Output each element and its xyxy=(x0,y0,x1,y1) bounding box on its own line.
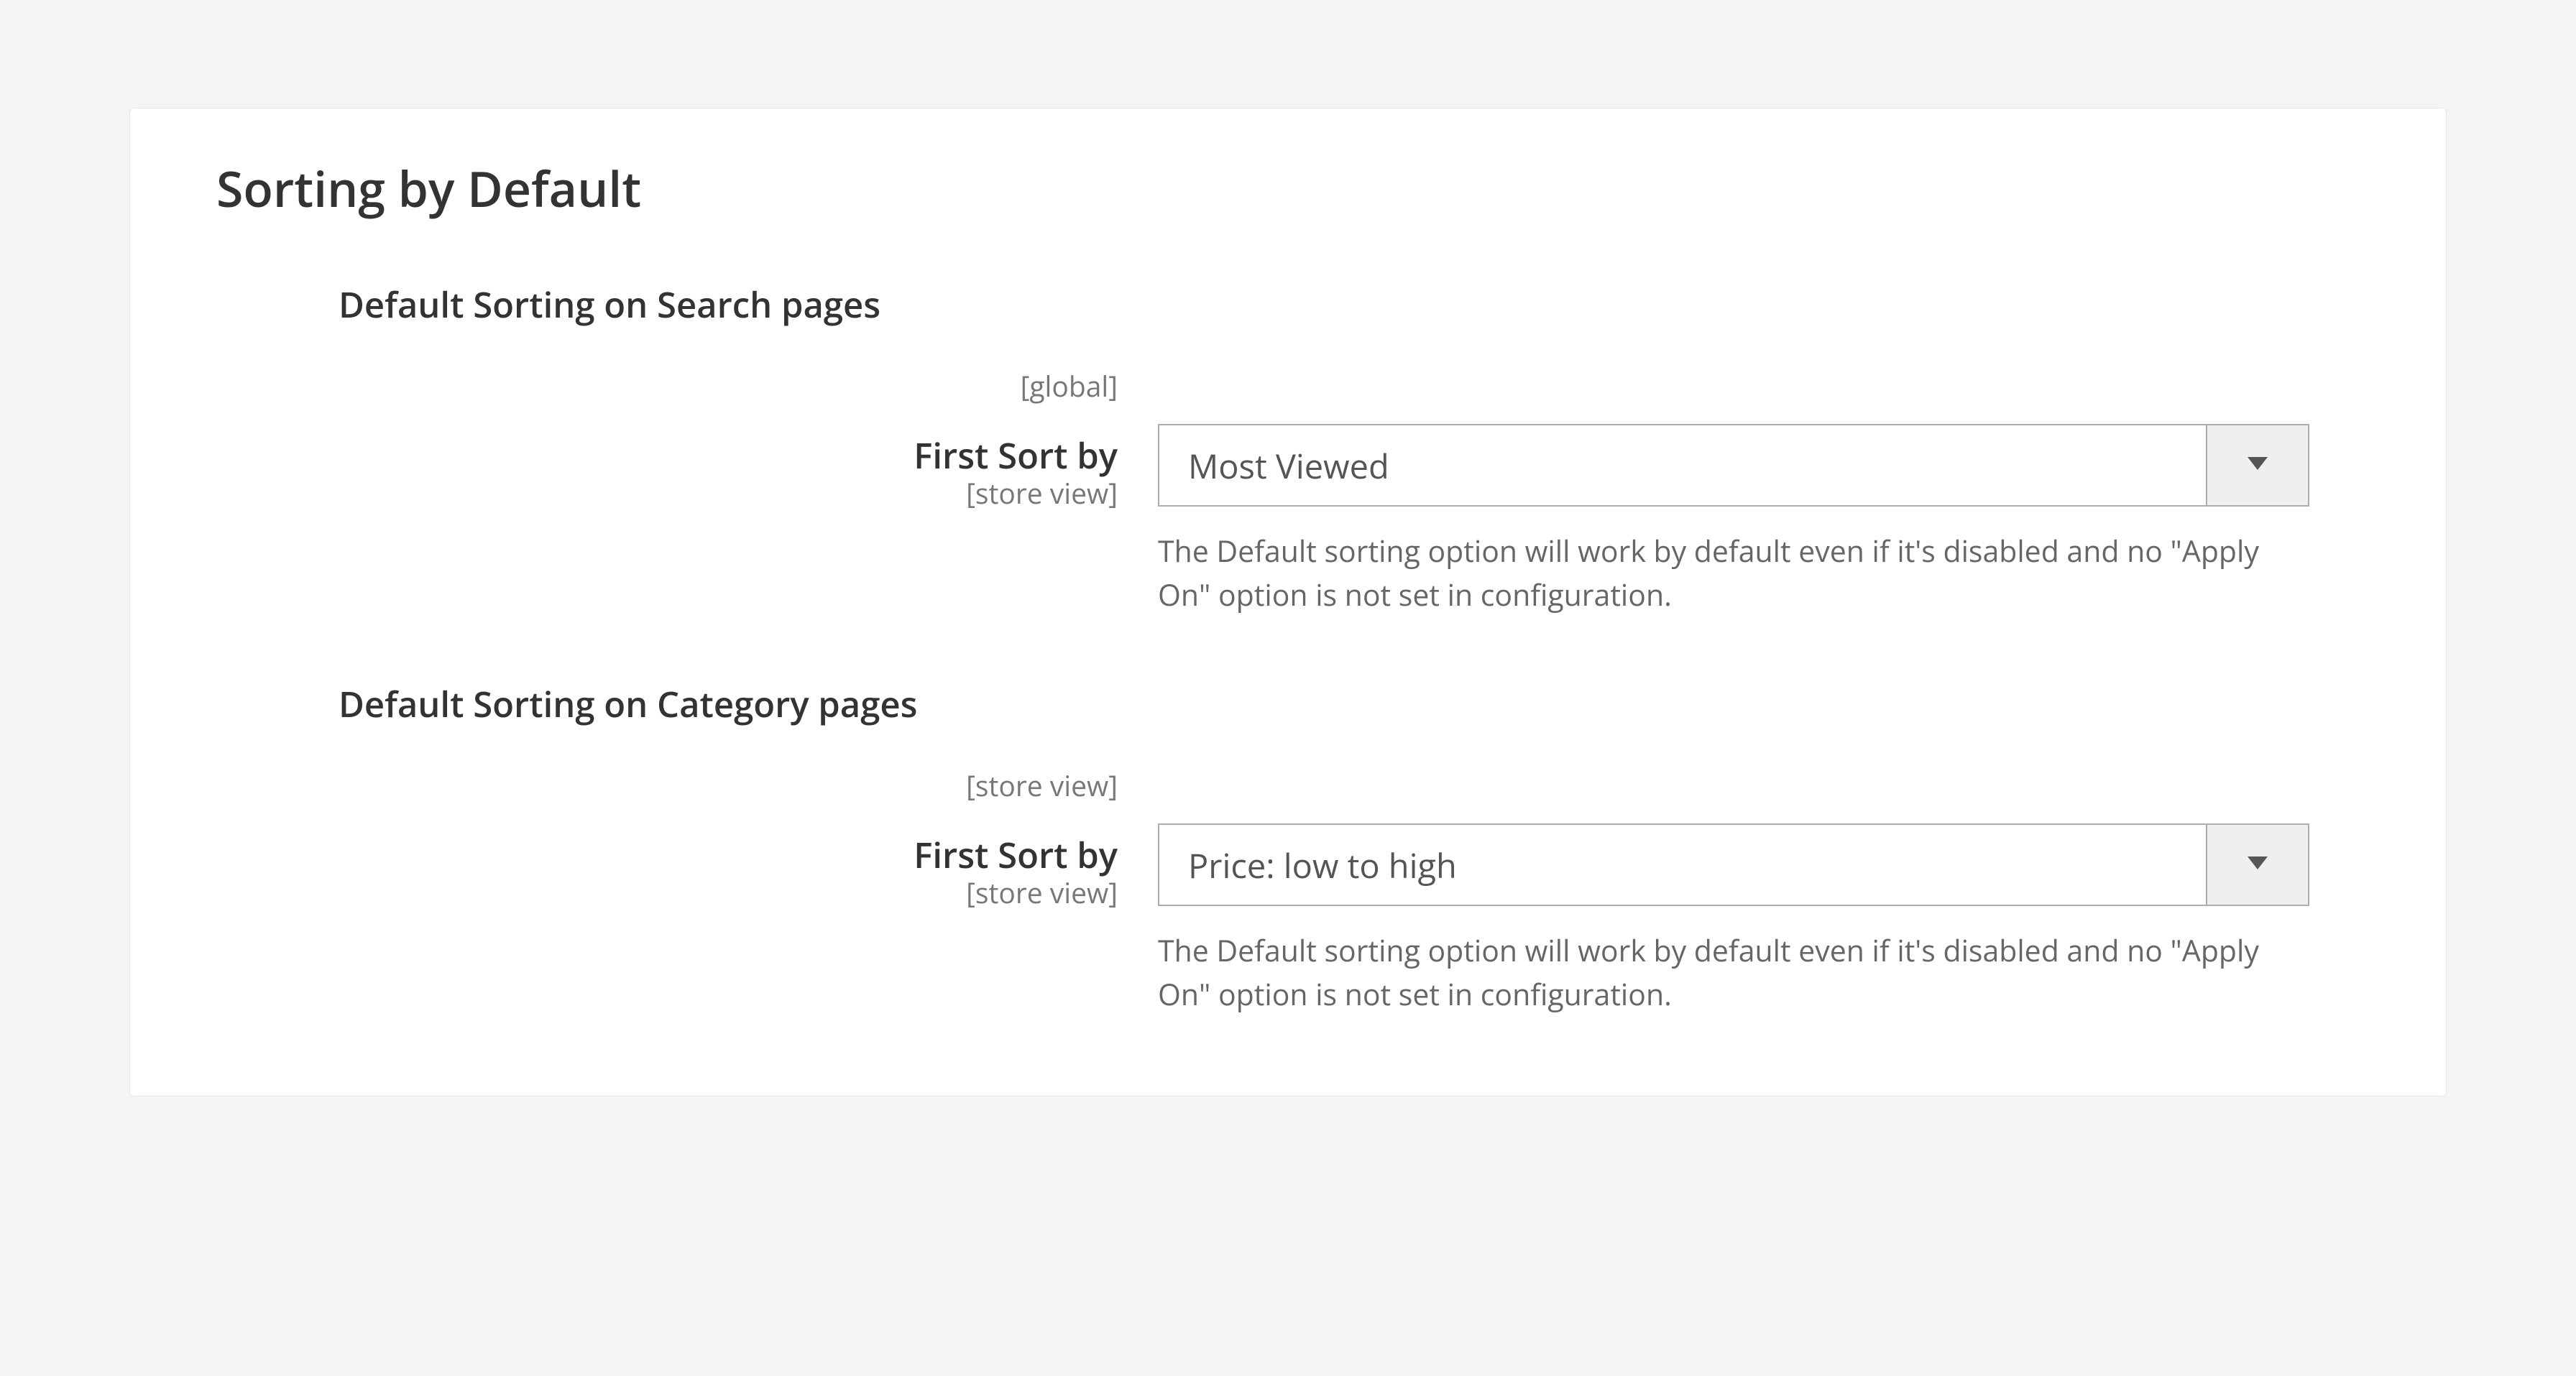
field-control-col: Most Viewed The Default sorting option w… xyxy=(1158,424,2309,617)
group-heading-search: Default Sorting on Search pages xyxy=(216,282,2309,328)
select-toggle-category-first-sort[interactable] xyxy=(2206,825,2308,905)
field-scope-category-first-sort: [store view] xyxy=(216,874,1118,912)
field-label-category-first-sort: First Sort by xyxy=(914,831,1118,879)
field-help-category-first-sort: The Default sorting option will work by … xyxy=(1158,929,2309,1016)
field-row-category-first-sort: First Sort by [store view] Price: low to… xyxy=(216,823,2309,1016)
group-search: Default Sorting on Search pages [global]… xyxy=(216,282,2309,617)
select-toggle-search-first-sort[interactable] xyxy=(2206,425,2308,505)
group-heading-category: Default Sorting on Category pages xyxy=(216,682,2309,728)
group-scope-category: [store view] xyxy=(216,767,1118,805)
field-control-col: Price: low to high The Default sorting o… xyxy=(1158,823,2309,1016)
field-row-search-first-sort: First Sort by [store view] Most Viewed xyxy=(216,424,2309,617)
select-category-first-sort[interactable]: Price: low to high xyxy=(1158,823,2309,906)
field-scope-search-first-sort: [store view] xyxy=(216,474,1118,512)
page-root: Sorting by Default Default Sorting on Se… xyxy=(0,0,2576,1376)
chevron-down-icon xyxy=(2248,457,2268,474)
select-value-category-first-sort: Price: low to high xyxy=(1159,825,2206,905)
group-gap xyxy=(216,617,2309,682)
field-label-col: First Sort by [store view] xyxy=(216,424,1118,512)
group-scope-search: [global] xyxy=(216,367,1118,405)
select-search-first-sort[interactable]: Most Viewed xyxy=(1158,424,2309,507)
select-value-search-first-sort: Most Viewed xyxy=(1159,425,2206,505)
group-category: Default Sorting on Category pages [store… xyxy=(216,682,2309,1017)
settings-panel: Sorting by Default Default Sorting on Se… xyxy=(129,108,2447,1096)
section-title: Sorting by Default xyxy=(216,159,2309,218)
chevron-down-icon xyxy=(2248,856,2268,873)
field-help-search-first-sort: The Default sorting option will work by … xyxy=(1158,530,2309,617)
field-label-search-first-sort: First Sort by xyxy=(914,432,1118,479)
field-label-col: First Sort by [store view] xyxy=(216,823,1118,912)
